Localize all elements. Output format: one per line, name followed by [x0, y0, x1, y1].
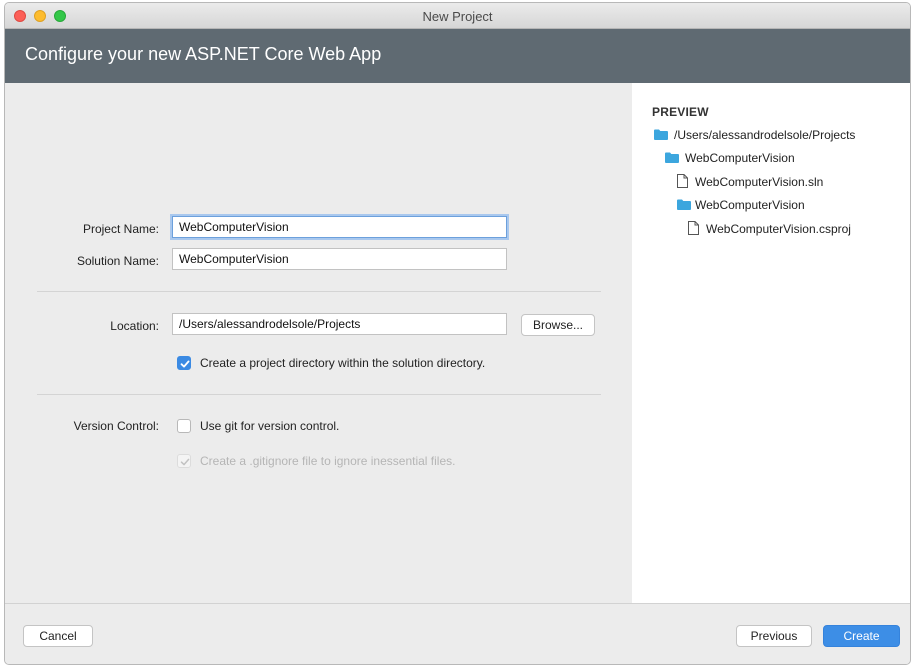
- configure-form: Project Name: Solution Name: Location: B…: [5, 83, 632, 603]
- file-icon: [688, 221, 699, 235]
- browse-button[interactable]: Browse...: [521, 314, 595, 336]
- project-name-label: Project Name:: [82, 222, 159, 236]
- checkmark-icon: [180, 360, 190, 368]
- section-divider: [37, 394, 601, 395]
- page-title: Configure your new ASP.NET Core Web App: [25, 44, 382, 64]
- project-name-input[interactable]: [172, 216, 507, 238]
- file-icon: [677, 174, 688, 188]
- use-git-label: Use git for version control.: [200, 419, 340, 433]
- solution-name-label: Solution Name:: [76, 254, 159, 268]
- footer-bar: Cancel Previous Create: [5, 603, 910, 664]
- create-directory-checkbox[interactable]: [177, 356, 191, 370]
- location-label: Location:: [110, 319, 159, 333]
- preview-panel: PREVIEW /Users/alessandrodelsole/Project…: [632, 83, 910, 603]
- folder-icon: [665, 152, 679, 163]
- page-header: Configure your new ASP.NET Core Web App: [5, 29, 910, 83]
- checkmark-icon: [180, 458, 190, 466]
- gitignore-checkbox[interactable]: [177, 454, 191, 468]
- window-title: New Project: [422, 9, 493, 24]
- title-bar: New Project: [5, 3, 910, 29]
- folder-icon: [677, 199, 691, 210]
- preview-heading: PREVIEW: [652, 105, 709, 119]
- create-button[interactable]: Create: [823, 625, 900, 647]
- version-control-label: Version Control:: [73, 419, 159, 433]
- create-directory-label: Create a project directory within the so…: [200, 356, 486, 370]
- solution-name-input[interactable]: [172, 248, 507, 270]
- gitignore-label: Create a .gitignore file to ignore iness…: [200, 454, 456, 468]
- section-divider: [37, 291, 601, 292]
- use-git-checkbox[interactable]: [177, 419, 191, 433]
- location-input[interactable]: [172, 313, 507, 335]
- previous-button[interactable]: Previous: [736, 625, 812, 647]
- cancel-button[interactable]: Cancel: [23, 625, 93, 647]
- new-project-window: New Project Configure your new ASP.NET C…: [4, 2, 911, 665]
- folder-icon: [654, 129, 668, 140]
